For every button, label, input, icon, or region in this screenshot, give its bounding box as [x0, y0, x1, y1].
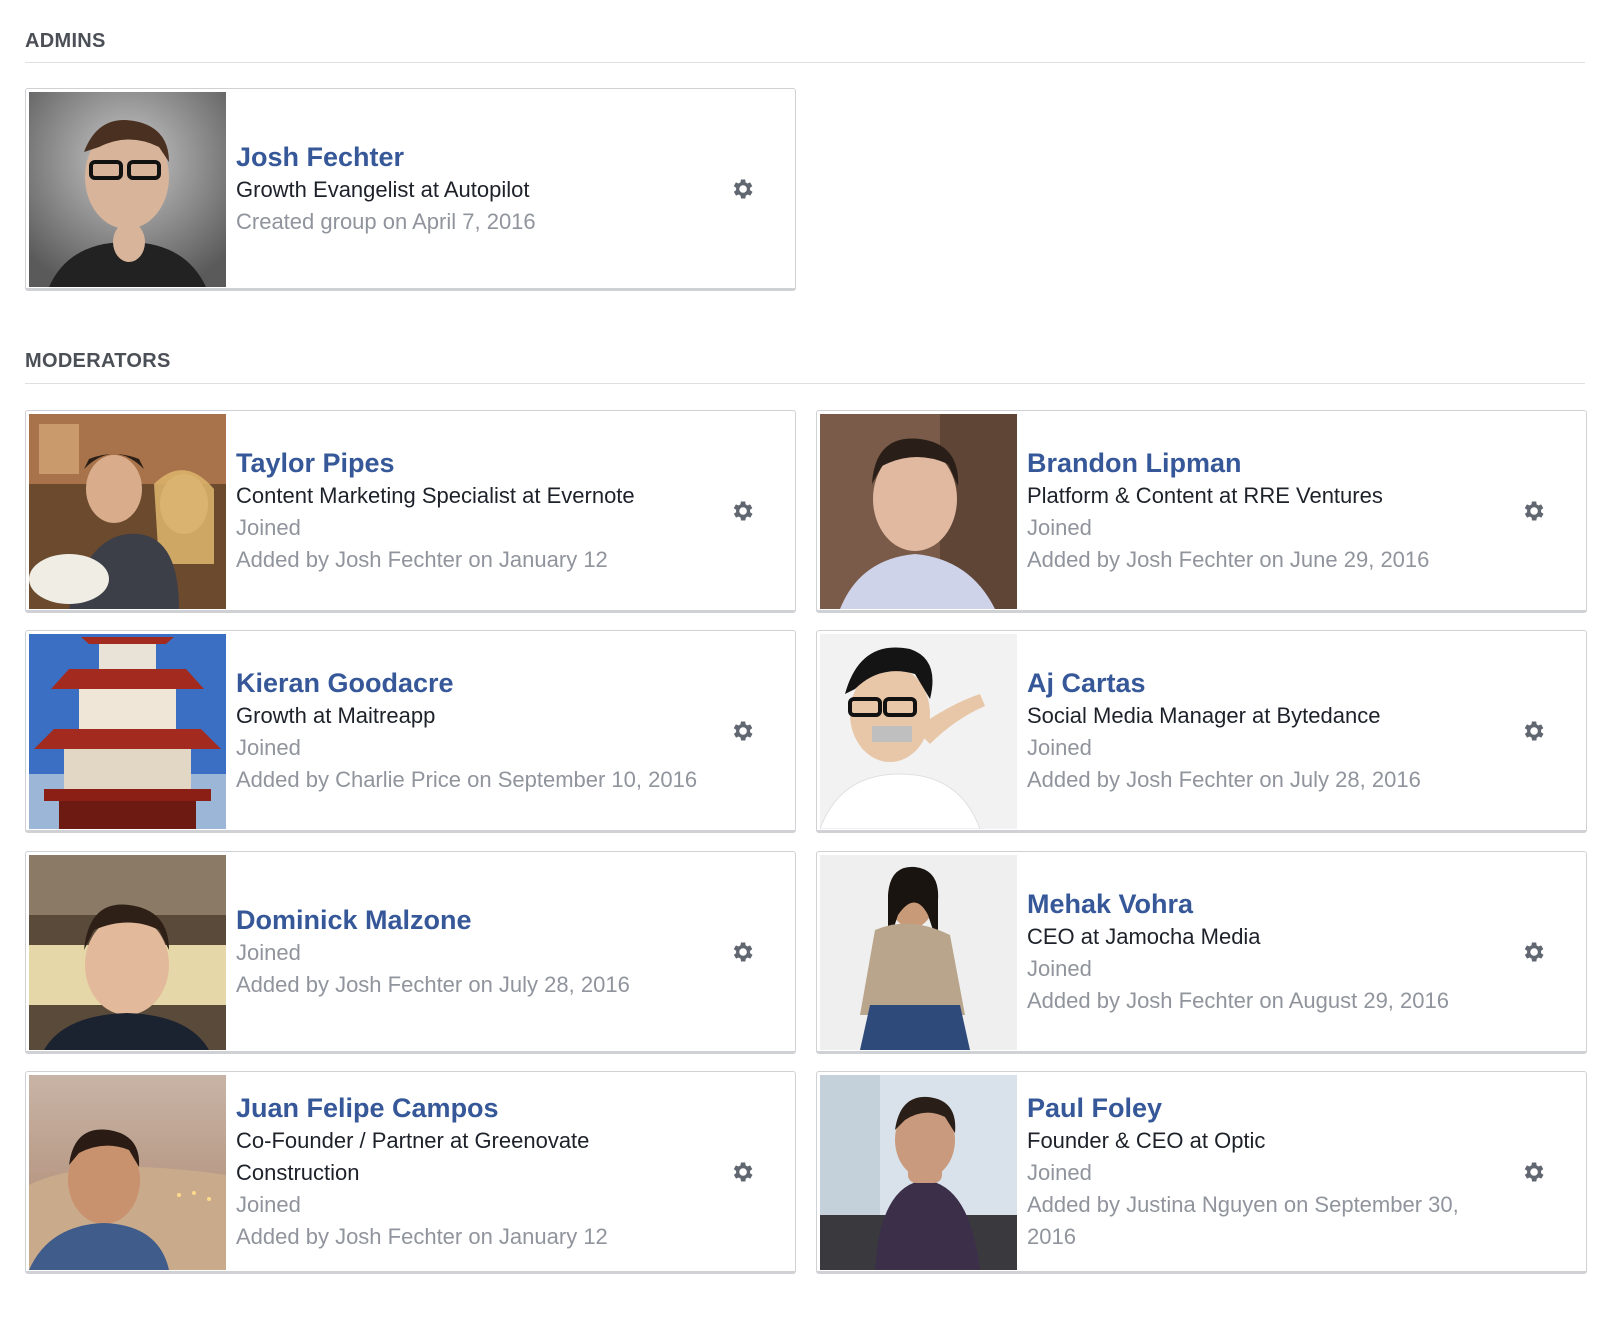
avatar[interactable]	[29, 92, 226, 287]
member-job-title: Founder & CEO at Optic	[1027, 1127, 1266, 1153]
member-name-link[interactable]: Paul Foley	[1027, 1091, 1494, 1125]
member-added-by: Added by Charlie Price on September 10, …	[236, 766, 698, 792]
gear-icon[interactable]	[729, 939, 755, 965]
gear-icon[interactable]	[1520, 1159, 1546, 1185]
moderator-card: Paul Foley Founder & CEO at Optic Joined…	[816, 1071, 1587, 1274]
avatar[interactable]	[820, 634, 1017, 829]
gear-icon[interactable]	[1520, 939, 1546, 965]
avatar[interactable]	[820, 1075, 1017, 1270]
member-meta: Created group on April 7, 2016	[236, 208, 536, 234]
avatar[interactable]	[29, 855, 226, 1050]
member-added-by: Added by Josh Fechter on August 29, 2016	[1027, 987, 1449, 1013]
member-status: Joined	[236, 939, 301, 965]
member-status: Joined	[236, 1191, 301, 1217]
member-added-by: Added by Josh Fechter on January 12	[236, 546, 608, 572]
moderators-section-title: MODERATORS	[25, 350, 171, 372]
member-name-link[interactable]: Aj Cartas	[1027, 666, 1494, 700]
gear-icon[interactable]	[729, 1159, 755, 1185]
member-name-link[interactable]: Dominick Malzone	[236, 903, 703, 937]
avatar[interactable]	[29, 1075, 226, 1270]
member-job-title: Growth at Maitreapp	[236, 702, 436, 728]
member-status: Joined	[1027, 734, 1092, 760]
admins-section-title: ADMINS	[25, 30, 106, 52]
member-name-link[interactable]: Josh Fechter	[236, 140, 703, 174]
member-status: Joined	[236, 514, 301, 540]
member-name-link[interactable]: Mehak Vohra	[1027, 887, 1494, 921]
gear-icon[interactable]	[1520, 718, 1546, 744]
gear-icon[interactable]	[1520, 498, 1546, 524]
moderator-card: Mehak Vohra CEO at Jamocha Media Joined …	[816, 851, 1587, 1054]
gear-icon[interactable]	[729, 498, 755, 524]
moderator-card: Kieran Goodacre Growth at Maitreapp Join…	[25, 630, 796, 833]
moderator-card: Aj Cartas Social Media Manager at Byteda…	[816, 630, 1587, 833]
member-name-link[interactable]: Taylor Pipes	[236, 446, 703, 480]
avatar[interactable]	[29, 414, 226, 609]
member-status: Joined	[236, 734, 301, 760]
member-status: Joined	[1027, 1159, 1092, 1185]
member-job-title: Co-Founder / Partner at Greenovate Const…	[236, 1127, 590, 1185]
moderator-card: Taylor Pipes Content Marketing Specialis…	[25, 410, 796, 613]
member-status: Joined	[1027, 514, 1092, 540]
member-job-title: Growth Evangelist at Autopilot	[236, 176, 530, 202]
member-job-title: Content Marketing Specialist at Evernote	[236, 482, 635, 508]
gear-icon[interactable]	[729, 176, 755, 202]
avatar[interactable]	[29, 634, 226, 829]
admin-card: Josh Fechter Growth Evangelist at Autopi…	[25, 88, 796, 291]
member-job-title: CEO at Jamocha Media	[1027, 923, 1261, 949]
avatar[interactable]	[820, 855, 1017, 1050]
member-added-by: Added by Josh Fechter on January 12	[236, 1223, 608, 1249]
member-status: Joined	[1027, 955, 1092, 981]
moderator-card: Brandon Lipman Platform & Content at RRE…	[816, 410, 1587, 613]
member-name-link[interactable]: Juan Felipe Campos	[236, 1091, 703, 1125]
moderators-divider	[25, 383, 1585, 384]
admins-divider	[25, 62, 1585, 63]
member-added-by: Added by Josh Fechter on July 28, 2016	[236, 971, 630, 997]
member-name-link[interactable]: Kieran Goodacre	[236, 666, 703, 700]
member-added-by: Added by Josh Fechter on June 29, 2016	[1027, 546, 1430, 572]
avatar[interactable]	[820, 414, 1017, 609]
member-added-by: Added by Justina Nguyen on September 30,…	[1027, 1191, 1459, 1249]
member-job-title: Social Media Manager at Bytedance	[1027, 702, 1381, 728]
gear-icon[interactable]	[729, 718, 755, 744]
moderator-card: Juan Felipe Campos Co-Founder / Partner …	[25, 1071, 796, 1274]
moderator-card: Dominick Malzone Joined Added by Josh Fe…	[25, 851, 796, 1054]
member-added-by: Added by Josh Fechter on July 28, 2016	[1027, 766, 1421, 792]
member-job-title: Platform & Content at RRE Ventures	[1027, 482, 1383, 508]
member-name-link[interactable]: Brandon Lipman	[1027, 446, 1494, 480]
